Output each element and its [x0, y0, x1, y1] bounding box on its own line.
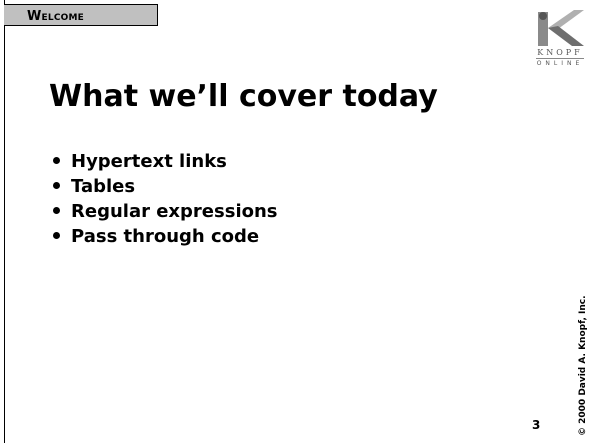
bullet-item: Hypertext links: [53, 149, 278, 174]
bullet-dot-icon: [53, 206, 60, 214]
logo-divider: [536, 58, 584, 59]
bullet-text: Hypertext links: [71, 151, 227, 172]
logo-wordmark-knopf: KNOPF: [537, 48, 583, 57]
bullet-text: Pass through code: [71, 226, 260, 247]
bullet-item: Pass through code: [53, 224, 278, 249]
bullet-dot-icon: [53, 156, 60, 164]
bullet-dot-icon: [53, 231, 60, 239]
slide-title: What we’ll cover today: [49, 79, 438, 114]
bullet-list: Hypertext links Tables Regular expressio…: [53, 149, 278, 249]
bullet-dot-icon: [53, 181, 60, 189]
knopf-online-logo: KNOPF ONLINE: [534, 10, 586, 70]
slide-number: 3: [532, 418, 541, 432]
section-tab: Welcome: [4, 4, 158, 26]
bullet-item: Regular expressions: [53, 199, 278, 224]
slide: Welcome KNOPF ONLINE What we’ll cover to…: [0, 0, 592, 443]
left-border-rule: [4, 0, 5, 443]
logo-wordmark-online: ONLINE: [536, 60, 584, 67]
bullet-text: Regular expressions: [71, 201, 278, 222]
copyright-notice: © 2000 David A. Knopf, Inc.: [578, 295, 588, 436]
knopf-k-logo-icon: [538, 10, 584, 46]
section-label: Welcome: [27, 9, 84, 24]
bullet-text: Tables: [71, 176, 136, 197]
bullet-item: Tables: [53, 174, 278, 199]
